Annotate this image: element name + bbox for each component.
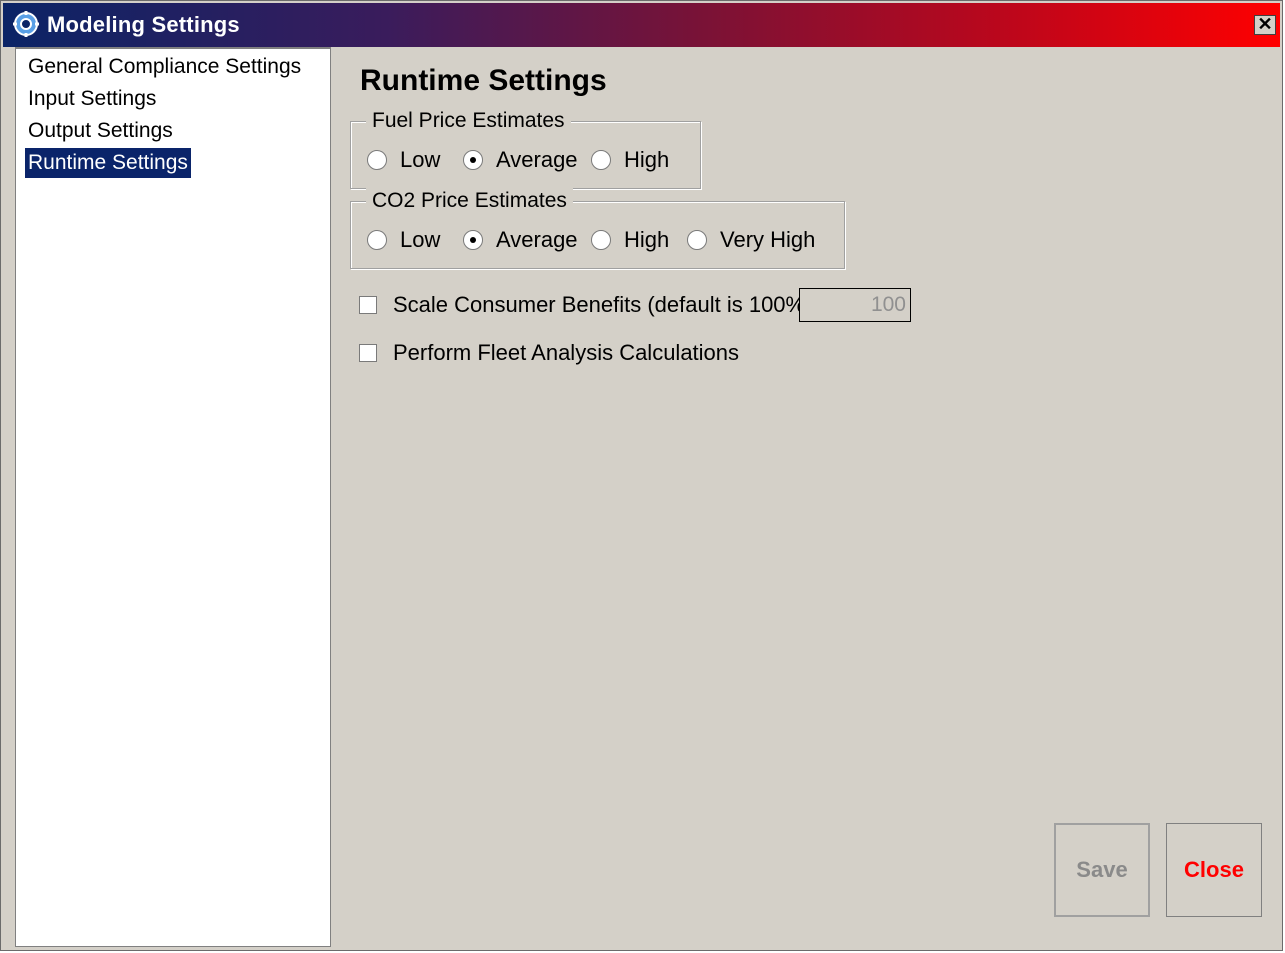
co2-price-group: CO2 Price Estimates Low Average High Ver…: [350, 188, 845, 269]
modeling-settings-window: Modeling Settings ✕ General Compliance S…: [0, 0, 1283, 951]
scale-benefits-label: Scale Consumer Benefits (default is 100%…: [393, 292, 819, 317]
scale-benefits-row: Scale Consumer Benefits (default is 100%…: [359, 290, 819, 320]
radio-label: Low: [400, 227, 441, 252]
co2-price-low-radio[interactable]: Low: [367, 226, 440, 254]
window-title: Modeling Settings: [47, 12, 240, 37]
radio-label: Very High: [720, 227, 816, 252]
scale-benefits-input[interactable]: [799, 288, 911, 322]
co2-price-very-high-radio[interactable]: Very High: [687, 226, 815, 254]
nav-item-output-settings[interactable]: Output Settings: [25, 116, 176, 146]
fleet-analysis-label: Perform Fleet Analysis Calculations: [393, 340, 740, 365]
radio-label: Low: [400, 147, 441, 172]
close-button[interactable]: Close: [1166, 823, 1262, 917]
nav-item-runtime-settings[interactable]: Runtime Settings: [25, 148, 191, 178]
fuel-price-high-radio[interactable]: High: [591, 146, 669, 174]
radio-indicator[interactable]: [463, 150, 483, 170]
gear-icon: [13, 11, 39, 37]
radio-indicator[interactable]: [687, 230, 707, 250]
co2-price-high-radio[interactable]: High: [591, 226, 669, 254]
panel-title: Runtime Settings: [360, 64, 607, 97]
radio-indicator[interactable]: [367, 150, 387, 170]
fuel-price-low-radio[interactable]: Low: [367, 146, 440, 174]
radio-indicator[interactable]: [463, 230, 483, 250]
radio-label: Average: [496, 227, 578, 252]
co2-price-legend: CO2 Price Estimates: [366, 188, 573, 214]
fuel-price-average-radio[interactable]: Average: [463, 146, 578, 174]
radio-indicator[interactable]: [591, 230, 611, 250]
radio-indicator[interactable]: [591, 150, 611, 170]
fleet-analysis-checkbox[interactable]: [359, 344, 377, 362]
radio-indicator[interactable]: [367, 230, 387, 250]
radio-label: Average: [496, 147, 578, 172]
settings-nav-list[interactable]: General Compliance Settings Input Settin…: [15, 47, 331, 947]
scale-benefits-checkbox[interactable]: [359, 296, 377, 314]
fleet-analysis-row: Perform Fleet Analysis Calculations: [359, 338, 739, 368]
radio-label: High: [624, 147, 670, 172]
fuel-price-group: Fuel Price Estimates Low Average High: [350, 108, 701, 189]
save-button[interactable]: Save: [1054, 823, 1150, 917]
settings-content: General Compliance Settings Input Settin…: [3, 47, 1280, 949]
co2-price-average-radio[interactable]: Average: [463, 226, 578, 254]
window-close-button[interactable]: ✕: [1254, 15, 1276, 35]
fuel-price-legend: Fuel Price Estimates: [366, 108, 571, 134]
radio-label: High: [624, 227, 670, 252]
title-bar[interactable]: Modeling Settings ✕: [3, 3, 1280, 47]
nav-item-general-compliance[interactable]: General Compliance Settings: [25, 52, 304, 82]
nav-item-input-settings[interactable]: Input Settings: [25, 84, 159, 114]
